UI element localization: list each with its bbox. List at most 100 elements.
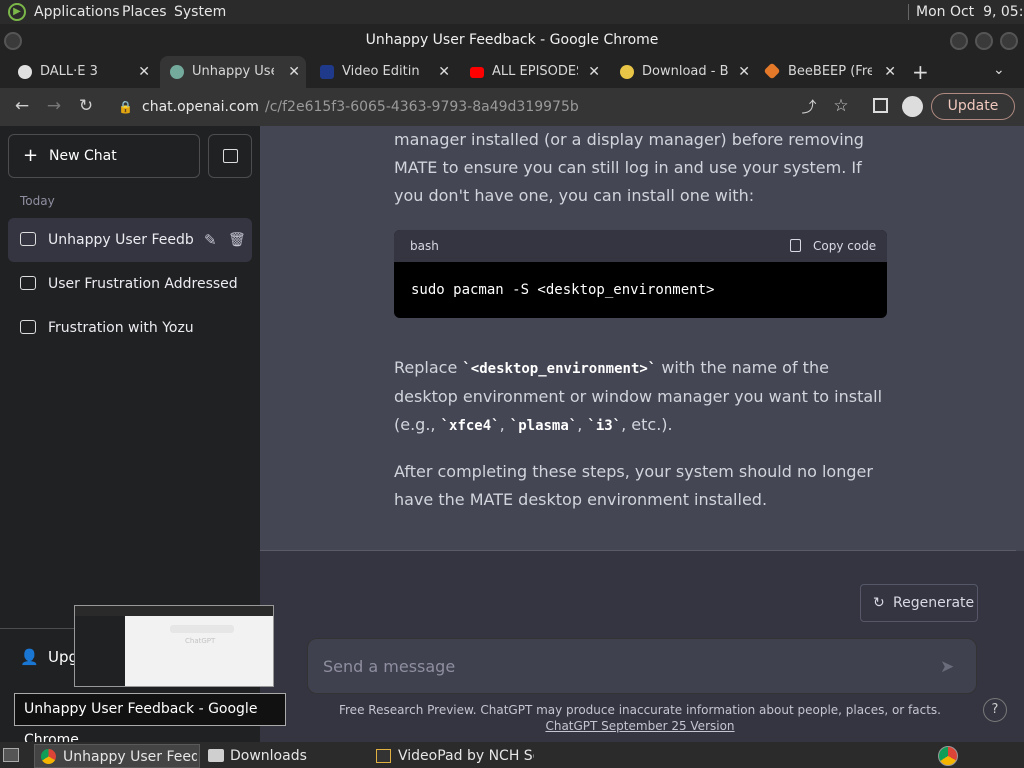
taskbar-item-videopad[interactable]: VideoPad by NCH Software [372, 744, 562, 768]
taskbar-label: Unhappy User Feedback - Google Chrome [63, 749, 197, 765]
chat-item-label: User Frustration Addressed [48, 276, 238, 292]
copy-code-label: Copy code [813, 239, 877, 253]
edit-pencil-icon[interactable]: ✎ [204, 218, 217, 262]
address-bar[interactable]: 🔒 chat.openai.com /c/f2e615f3-6065-4363-… [112, 92, 864, 122]
chat-bubble-icon [20, 232, 36, 246]
tab-beebeep[interactable]: BeeBEEP (Free ✕ [756, 56, 902, 88]
text-run: , [499, 415, 510, 434]
tab-label: ALL EPISODES [492, 64, 578, 79]
back-icon[interactable]: ← [11, 96, 33, 116]
chat-item-label: Frustration with Yozu [48, 320, 194, 336]
text-run: Replace [394, 358, 463, 377]
regenerate-label: Regenerate [893, 595, 975, 611]
tab-all-episodes[interactable]: ALL EPISODES ✕ [460, 56, 606, 88]
preview-sidebar [75, 606, 125, 686]
tab-close-icon[interactable]: ✕ [588, 56, 600, 88]
chat-item-unhappy-user-feedback[interactable]: Unhappy User Feedback ✎ 🗑 [8, 218, 252, 262]
tab-video-editing[interactable]: Video Editing Software ✕ [310, 56, 456, 88]
inline-code: `xfce4` [440, 418, 500, 434]
chat-bubble-icon [20, 320, 36, 334]
message-input[interactable]: Send a message ➤ [307, 638, 977, 694]
side-panel-icon[interactable] [873, 98, 888, 113]
window-titlebar: Unhappy User Feedback - Google Chrome [0, 24, 1024, 56]
code-language-label: bash [410, 239, 439, 253]
tab-label: Video Editing Software [342, 64, 420, 79]
tab-label: Unhappy User Feedback [192, 64, 274, 79]
update-button[interactable]: Update [931, 93, 1015, 120]
minimize-button[interactable] [950, 32, 968, 50]
user-icon: 👤 [20, 648, 39, 666]
close-window-button[interactable] [1000, 32, 1018, 50]
applications-menu[interactable]: Applications [34, 4, 120, 20]
openai-icon [18, 65, 32, 79]
code-block-header: bash Copy code [394, 230, 887, 262]
taskbar-item-downloads[interactable]: Downloads [204, 744, 364, 768]
youtube-icon [470, 67, 484, 78]
tab-close-icon[interactable]: ✕ [138, 56, 150, 88]
response-paragraph-2: Replace `<desktop_environment>` with the… [394, 354, 894, 440]
tab-close-icon[interactable]: ✕ [738, 56, 750, 88]
chat-item-user-frustration[interactable]: User Frustration Addressed [8, 262, 252, 306]
clipboard-icon [790, 239, 801, 252]
tab-search-chevron-icon[interactable]: ⌄ [993, 62, 1005, 78]
taskbar-item-chrome[interactable]: Unhappy User Feedback - Google Chrome [34, 744, 200, 768]
profile-avatar-icon[interactable] [902, 96, 923, 117]
new-chat-button[interactable]: + New Chat [8, 134, 200, 178]
tab-download-beebeep[interactable]: Download - BeeBEEP ✕ [610, 56, 756, 88]
help-button[interactable]: ? [983, 698, 1007, 722]
taskbar-label: Downloads [230, 748, 307, 764]
new-tab-button[interactable]: + [912, 60, 929, 84]
reload-icon[interactable]: ↻ [75, 96, 97, 116]
inline-code: `plasma` [509, 418, 578, 434]
window-preview-thumbnail[interactable]: ChatGPT [74, 605, 274, 687]
forward-icon[interactable]: → [43, 96, 65, 116]
tab-close-icon[interactable]: ✕ [438, 56, 450, 88]
window-title: Unhappy User Feedback - Google Chrome [365, 32, 659, 48]
inline-code: `i3` [587, 418, 622, 434]
inline-code: `<desktop_environment>` [462, 361, 657, 377]
nch-icon [320, 65, 334, 79]
places-menu[interactable]: Places [122, 4, 167, 20]
url-host: chat.openai.com [142, 99, 259, 115]
version-link[interactable]: ChatGPT September 25 Version [545, 719, 734, 733]
regenerate-button[interactable]: ↻ Regenerate [860, 584, 978, 622]
tray-chrome-icon[interactable] [938, 746, 958, 766]
lock-icon[interactable]: 🔒 [118, 92, 133, 122]
chat-item-frustration-yozu[interactable]: Frustration with Yozu [8, 306, 252, 350]
send-icon[interactable]: ➤ [940, 639, 954, 695]
response-paragraph-3: After completing these steps, your syste… [394, 462, 873, 509]
disclaimer-text: Free Research Preview. ChatGPT may produ… [338, 703, 941, 717]
refresh-icon: ↻ [873, 595, 885, 611]
window-menu-icon[interactable] [4, 32, 22, 50]
tab-dalle[interactable]: DALL·E 3 ✕ [8, 56, 156, 88]
code-block: bash Copy code sudo pacman -S <desktop_e… [394, 230, 887, 318]
window-tooltip: Unhappy User Feedback - Google Chrome [14, 693, 286, 748]
maximize-button[interactable] [975, 32, 993, 50]
response-paragraph-1: manager installed (or a display manager)… [394, 130, 864, 205]
chatgpt-icon [170, 65, 184, 79]
videopad-icon [376, 749, 391, 763]
mate-logo-icon[interactable]: ▶ [8, 3, 26, 21]
text-run: , [577, 415, 588, 434]
tab-close-icon[interactable]: ✕ [288, 56, 300, 88]
share-icon[interactable]: ⤴ [798, 96, 820, 117]
preview-tabbar [75, 606, 273, 616]
plus-icon: + [23, 145, 39, 166]
system-menu[interactable]: System [174, 4, 226, 20]
tab-unhappy-user-feedback[interactable]: Unhappy User Feedback ✕ [160, 56, 306, 88]
tab-label: BeeBEEP (Free [788, 64, 872, 79]
bookmark-star-icon[interactable]: ☆ [830, 96, 852, 116]
trash-icon[interactable]: 🗑 [228, 218, 246, 262]
clock[interactable]: Mon Oct 9, 05:50 [916, 4, 1024, 20]
tab-label: DALL·E 3 [40, 64, 98, 79]
message-placeholder: Send a message [323, 657, 456, 676]
sidebar-toggle-icon [223, 149, 238, 163]
tab-close-icon[interactable]: ✕ [884, 56, 896, 88]
preview-model-switch [170, 625, 234, 633]
chrome-icon [41, 749, 56, 764]
folder-icon [208, 749, 224, 762]
sidebar-toggle-button[interactable] [208, 134, 252, 178]
section-today: Today [20, 194, 55, 208]
chat-bubble-icon [20, 276, 36, 290]
show-desktop-icon[interactable] [3, 748, 19, 762]
